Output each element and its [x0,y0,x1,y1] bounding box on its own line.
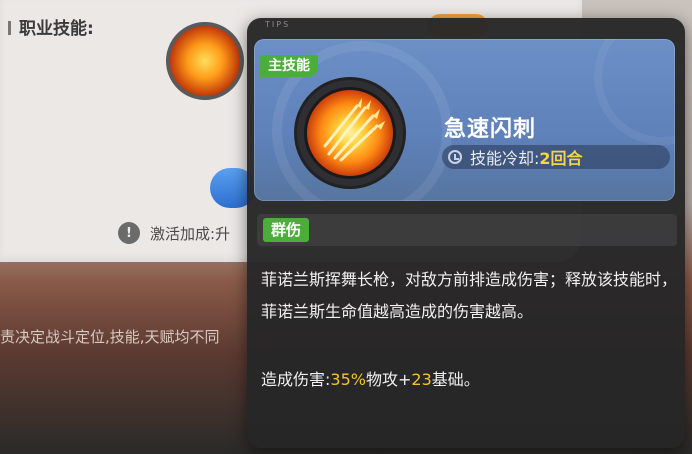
damage-label: 造成伤害: [261,370,331,389]
skill-type-row: 群伤 [257,214,677,246]
aoe-tag: 群伤 [263,218,310,242]
cooldown-label: 技能冷却: [470,149,540,168]
damage-stat: 物攻+ [365,370,412,389]
class-description: 责决定战斗定位,技能,天赋均不同 [0,328,220,346]
skill-icon-frame [294,77,406,189]
section-title: 职业技能: [8,14,94,39]
skill-header-card: 主技能 急速闪刺 技能冷却: 2回合 [254,39,675,201]
activate-value: 升 [215,224,231,243]
cooldown-value: 2回合 [539,149,583,168]
section-title-text: 职业技能: [19,19,94,39]
skill-name: 急速闪刺 [444,117,537,142]
main-skill-tag: 主技能 [260,55,318,77]
tips-label: TIPS [265,20,291,29]
skill-description: 菲诺兰斯挥舞长枪，对敌方前排造成伤害；释放该技能时，菲诺兰斯生命值越高造成的伤害… [261,270,678,321]
damage-line: 造成伤害:35%物攻+23基础。 [261,366,480,390]
spear-strikes-icon [323,98,385,162]
info-icon[interactable]: ! [118,222,140,244]
damage-percent: 35% [330,370,366,389]
skill-tooltip: TIPS 主技能 急速闪刺 技能冷却: 2回合 群伤 菲诺兰斯挥舞长枪，对敌方前… [247,18,685,448]
clock-icon [448,150,462,164]
decoration-ring [594,39,675,145]
activate-bonus: ! 激活加成: 升 [118,222,230,244]
activate-label: 激活加成: [150,224,216,243]
damage-base: 23 [411,370,432,389]
skill-spear-icon [307,90,393,176]
section-bar [8,21,11,35]
damage-suffix: 基础。 [431,370,480,389]
skill-slot-icon[interactable] [166,22,244,100]
cooldown-bar: 技能冷却: 2回合 [442,145,670,169]
